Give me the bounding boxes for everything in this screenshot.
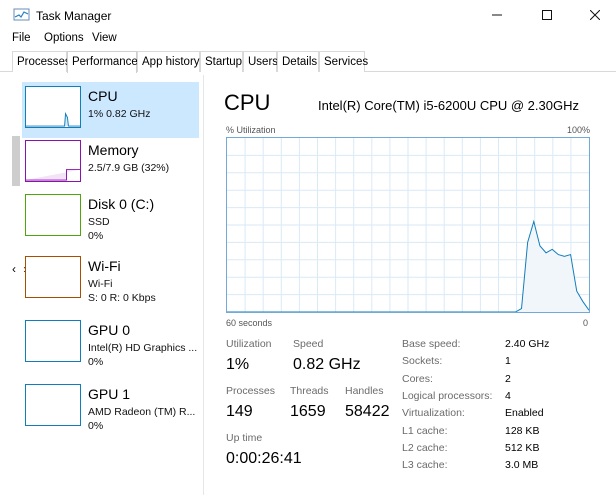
- tab-users[interactable]: Users: [243, 51, 278, 72]
- panel-divider: [203, 75, 204, 495]
- tab-services[interactable]: Services: [319, 51, 368, 72]
- graph-y-label: % Utilization: [226, 125, 276, 135]
- tab-startup[interactable]: Startup: [200, 51, 243, 72]
- speed-value: 0.82 GHz: [293, 356, 361, 373]
- spec-value: 1: [505, 355, 511, 367]
- page-title: CPU: [224, 90, 271, 115]
- window-title: Task Manager: [36, 9, 112, 23]
- sidebar-item-detail: 2.5/7.9 GB (32%): [88, 162, 170, 174]
- sidebar-item-detail: Intel(R) HD Graphics ...: [88, 342, 198, 354]
- sidebar-item-title: GPU 0: [88, 322, 131, 338]
- processes-label: Processes: [226, 385, 276, 397]
- sidebar-item-title: Memory: [88, 142, 139, 158]
- menu-file[interactable]: File: [12, 32, 31, 44]
- speed-label: Speed: [293, 338, 324, 350]
- sidebar-item-detail: SSD: [88, 216, 110, 228]
- sidebar-item-usage: 0%: [88, 356, 104, 368]
- maximize-button[interactable]: [532, 4, 562, 26]
- minimize-icon: [492, 14, 502, 16]
- disk-thumbnail-graph: [25, 194, 81, 236]
- sidebar-item-usage: 0%: [88, 230, 104, 242]
- sidebar-item-gpu0[interactable]: GPU 0 Intel(R) HD Graphics ... 0%: [22, 316, 199, 372]
- maximize-icon: [542, 10, 552, 20]
- sidebar-item-title: Wi-Fi: [88, 258, 121, 274]
- spec-key: Base speed:: [402, 338, 461, 350]
- sidebar-item-disk[interactable]: Disk 0 (C:) SSD 0%: [22, 190, 199, 246]
- sidebar-item-cpu[interactable]: CPU 1% 0.82 GHz: [22, 82, 199, 138]
- menu-options[interactable]: Options: [44, 32, 84, 44]
- handles-label: Handles: [345, 385, 384, 397]
- uptime-label: Up time: [226, 432, 263, 444]
- threads-label: Threads: [290, 385, 329, 397]
- wifi-thumbnail-graph: [25, 256, 81, 298]
- sidebar-item-detail: AMD Radeon (TM) R...: [88, 406, 196, 418]
- sidebar-item-detail: Wi-Fi: [88, 278, 113, 290]
- sidebar-item-wifi[interactable]: Wi-Fi Wi-Fi S: 0 R: 0 Kbps: [22, 252, 199, 308]
- spec-value: Enabled: [505, 407, 544, 419]
- gpu1-thumbnail-graph: [25, 384, 81, 426]
- close-button[interactable]: [580, 4, 610, 26]
- spec-value: 2.40 GHz: [505, 338, 550, 350]
- sidebar-item-memory[interactable]: Memory 2.5/7.9 GB (32%): [22, 136, 199, 192]
- sidebar-item-title: GPU 1: [88, 386, 131, 402]
- spec-value: 4: [505, 390, 511, 402]
- graph-x-left-label: 60 seconds: [226, 318, 273, 328]
- sidebar-item-gpu1[interactable]: GPU 1 AMD Radeon (TM) R... 0%: [22, 380, 199, 436]
- spec-key: L1 cache:: [402, 425, 448, 437]
- tab-app-history[interactable]: App history: [137, 51, 200, 72]
- sidebar-item-usage: 0%: [88, 420, 104, 432]
- spec-key: Virtualization:: [402, 407, 465, 419]
- uptime-value: 0:00:26:41: [226, 450, 302, 467]
- title-bar: Task Manager: [0, 0, 616, 30]
- spec-key: Cores:: [402, 373, 433, 385]
- spec-value: 128 KB: [505, 425, 540, 437]
- spec-key: Logical processors:: [402, 390, 493, 402]
- graph-y-max-label: 100%: [567, 125, 591, 135]
- spec-key: Sockets:: [402, 355, 443, 367]
- handles-value: 58422: [345, 403, 390, 420]
- spec-value: 512 KB: [505, 442, 540, 454]
- tab-processes[interactable]: Processes: [12, 51, 71, 72]
- sidebar-item-detail: 1% 0.82 GHz: [88, 108, 151, 120]
- spec-key: L2 cache:: [402, 442, 448, 454]
- utilization-label: Utilization: [226, 338, 272, 350]
- tab-performance[interactable]: Performance: [67, 51, 138, 73]
- tab-strip: Processes Performance App history Startu…: [0, 50, 616, 73]
- menu-view[interactable]: View: [92, 32, 117, 44]
- sidebar-scrollbar[interactable]: [12, 136, 20, 186]
- sidebar-item-title: CPU: [88, 88, 118, 104]
- sidebar-item-usage: S: 0 R: 0 Kbps: [88, 292, 156, 304]
- cpu-thumbnail-graph: [25, 86, 81, 128]
- utilization-value: 1%: [226, 356, 250, 373]
- spec-key: L3 cache:: [402, 459, 448, 471]
- threads-value: 1659: [290, 403, 326, 420]
- cpu-model-name: Intel(R) Core(TM) i5-6200U CPU @ 2.30GHz: [318, 98, 579, 113]
- graph-x-right-label: 0: [583, 318, 589, 328]
- spec-value: 3.0 MB: [505, 459, 539, 471]
- sidebar-item-title: Disk 0 (C:): [88, 196, 155, 212]
- memory-thumbnail-graph: [25, 140, 81, 182]
- tab-details[interactable]: Details: [277, 51, 319, 72]
- cpu-utilization-graph: [226, 137, 590, 313]
- task-manager-icon: [13, 8, 30, 21]
- processes-value: 149: [226, 403, 253, 420]
- close-icon: [590, 10, 600, 20]
- minimize-button[interactable]: [482, 4, 512, 26]
- gpu0-thumbnail-graph: [25, 320, 81, 362]
- spec-value: 2: [505, 373, 511, 385]
